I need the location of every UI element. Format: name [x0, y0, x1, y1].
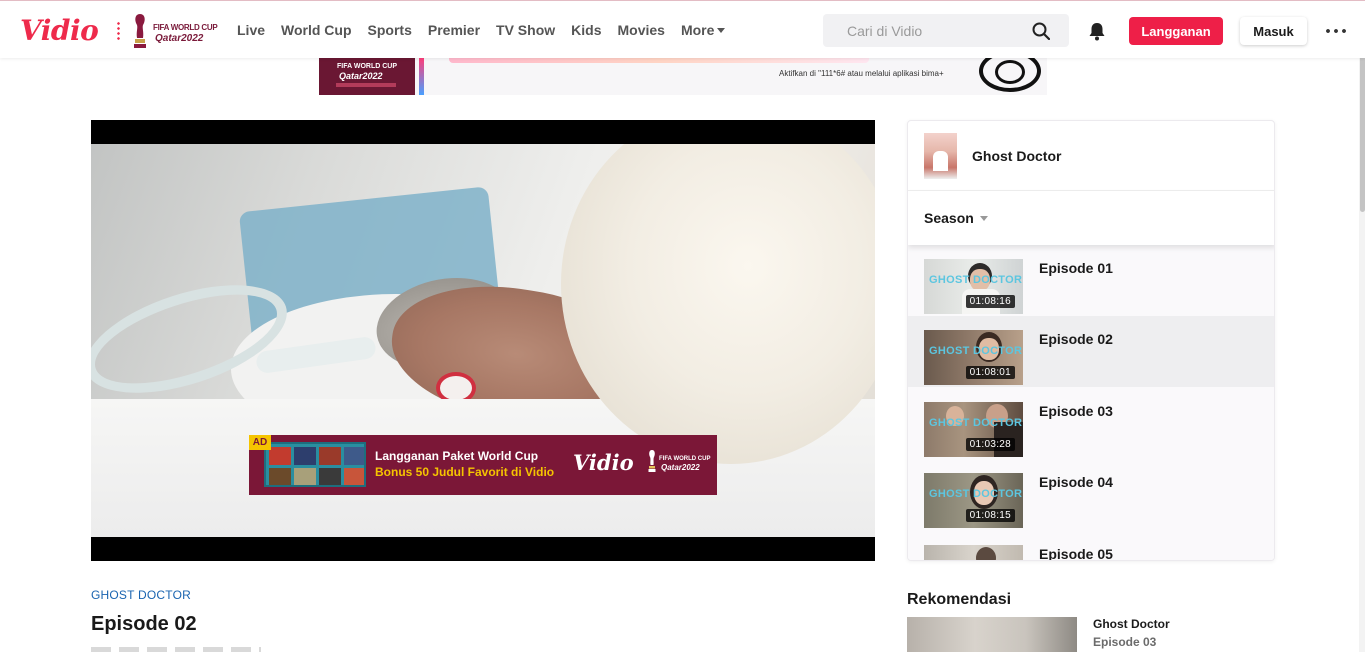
nav-more[interactable]: More [680, 22, 726, 38]
chevron-down-icon [717, 27, 726, 33]
banner-wc-subtitle: Qatar2022 [339, 71, 383, 81]
episode-duration: 01:08:01 [965, 366, 1015, 379]
episode-thumbnail [924, 545, 1023, 560]
banner-wc-title: FIFA WORLD CUP [337, 63, 398, 70]
episode-meta [91, 647, 261, 652]
subscribe-button[interactable]: Langganan [1129, 17, 1223, 45]
season-selector[interactable]: Season [908, 191, 1274, 245]
episode-thumbnail: GHOST DOCTOR 01:08:16 [924, 259, 1023, 314]
show-poster[interactable] [924, 133, 957, 179]
show-title-link[interactable]: GHOST DOCTOR [91, 588, 191, 602]
nav-tv-show[interactable]: TV Show [496, 22, 555, 38]
nav-premier[interactable]: Premier [428, 22, 480, 38]
season-dropdown[interactable]: Season [924, 210, 988, 226]
nav-movies[interactable]: Movies [618, 22, 665, 38]
world-cup-trophy-icon [134, 14, 146, 48]
nav-more-label: More [680, 22, 715, 38]
thumbnail-logo: GHOST DOCTOR [929, 488, 1023, 500]
thumbnail-logo: GHOST DOCTOR [929, 345, 1023, 357]
brand-mark-inner [995, 60, 1025, 84]
search-icon[interactable] [1032, 22, 1050, 40]
episode-item-2[interactable]: GHOST DOCTOR 01:08:01 Episode 02 [908, 316, 1274, 387]
nav-kids[interactable]: Kids [571, 22, 601, 38]
banner-date-strip [336, 83, 396, 87]
recommendation-title[interactable]: Ghost Doctor [1093, 617, 1170, 631]
episode-name: Episode 01 [1039, 260, 1113, 276]
episode-thumbnail: GHOST DOCTOR 01:03:28 [924, 402, 1023, 457]
ad-vidio-logo: Vidio [573, 450, 634, 475]
bell-icon[interactable] [1087, 21, 1107, 41]
episode-thumbnail: GHOST DOCTOR 01:08:01 [924, 330, 1023, 385]
panel-show-name[interactable]: Ghost Doctor [972, 148, 1061, 164]
login-button[interactable]: Masuk [1240, 17, 1307, 45]
recommendation-heading: Rekomendasi [907, 591, 1012, 608]
video-player[interactable]: AD Langganan Paket World Cup Bonus 50 Ju… [91, 120, 875, 561]
ad-wc-title: FIFA WORLD CUP [659, 456, 711, 462]
episode-thumbnail: GHOST DOCTOR 01:08:15 [924, 473, 1023, 528]
nav-live[interactable]: Live [237, 22, 265, 38]
video-ad-overlay[interactable]: AD Langganan Paket World Cup Bonus 50 Ju… [249, 435, 717, 495]
ad-trophy-icon [648, 450, 656, 472]
episode-item-5[interactable]: Episode 05 [908, 531, 1274, 561]
episode-duration: 01:03:28 [965, 438, 1015, 451]
video-frame: AD Langganan Paket World Cup Bonus 50 Ju… [91, 144, 875, 537]
episode-duration: 01:08:15 [965, 509, 1015, 522]
banner-info-text: Aktifkan di "111*6# atau melalui aplikas… [779, 69, 944, 78]
panel-header: Ghost Doctor [908, 121, 1274, 191]
episode-name: Episode 03 [1039, 403, 1113, 419]
recommendation-subtitle: Episode 03 [1093, 635, 1157, 649]
episode-duration: 01:08:16 [965, 295, 1015, 308]
episode-name: Episode 02 [1039, 331, 1113, 347]
world-cup-subtitle: Qatar2022 [155, 33, 204, 44]
banner-world-cup-block: FIFA WORLD CUP Qatar2022 [319, 58, 415, 95]
nav-world-cup[interactable]: World Cup [281, 22, 352, 38]
thumbnail-logo: GHOST DOCTOR [929, 274, 1023, 286]
episode-item-1[interactable]: GHOST DOCTOR 01:08:16 Episode 01 [908, 245, 1274, 316]
more-dots-icon[interactable] [1324, 29, 1348, 33]
search-input[interactable] [823, 14, 1033, 47]
banner-color-strip [419, 58, 424, 95]
top-ad-banner[interactable]: FIFA WORLD CUP Qatar2022 Aktifkan di "11… [319, 58, 1047, 95]
world-cup-title: FIFA WORLD CUP [153, 23, 218, 32]
ad-thumbnail-collage [264, 442, 366, 487]
chevron-down-icon [979, 215, 988, 221]
main-nav: Live World Cup Sports Premier TV Show Ki… [237, 22, 741, 38]
ad-badge: AD [249, 435, 271, 450]
episode-name: Episode 05 [1039, 546, 1113, 561]
episode-panel: Ghost Doctor Season GHOST DOCTOR 01:08:1… [907, 120, 1275, 561]
episode-item-3[interactable]: GHOST DOCTOR 01:03:28 Episode 03 [908, 388, 1274, 459]
ad-headline: Langganan Paket World Cup [375, 449, 539, 463]
episode-item-4[interactable]: GHOST DOCTOR 01:08:15 Episode 04 [908, 459, 1274, 530]
episode-name: Episode 04 [1039, 474, 1113, 490]
episode-list[interactable]: GHOST DOCTOR 01:08:16 Episode 01 GHOST D… [908, 245, 1274, 561]
vidio-logo[interactable]: Vidio [20, 14, 99, 47]
recommendation-thumbnail[interactable] [907, 617, 1077, 652]
thumbnail-logo: GHOST DOCTOR [929, 417, 1023, 429]
banner-headline-cut [449, 58, 869, 63]
logo-separator [117, 21, 120, 41]
top-header: Vidio FIFA WORLD CUP Qatar2022 Live Worl… [0, 0, 1365, 58]
ad-wc-subtitle: Qatar2022 [661, 463, 700, 472]
episode-title: Episode 02 [91, 613, 197, 635]
nav-sports[interactable]: Sports [368, 22, 412, 38]
ad-subheadline: Bonus 50 Judul Favorit di Vidio [375, 465, 555, 479]
season-label: Season [924, 210, 974, 226]
